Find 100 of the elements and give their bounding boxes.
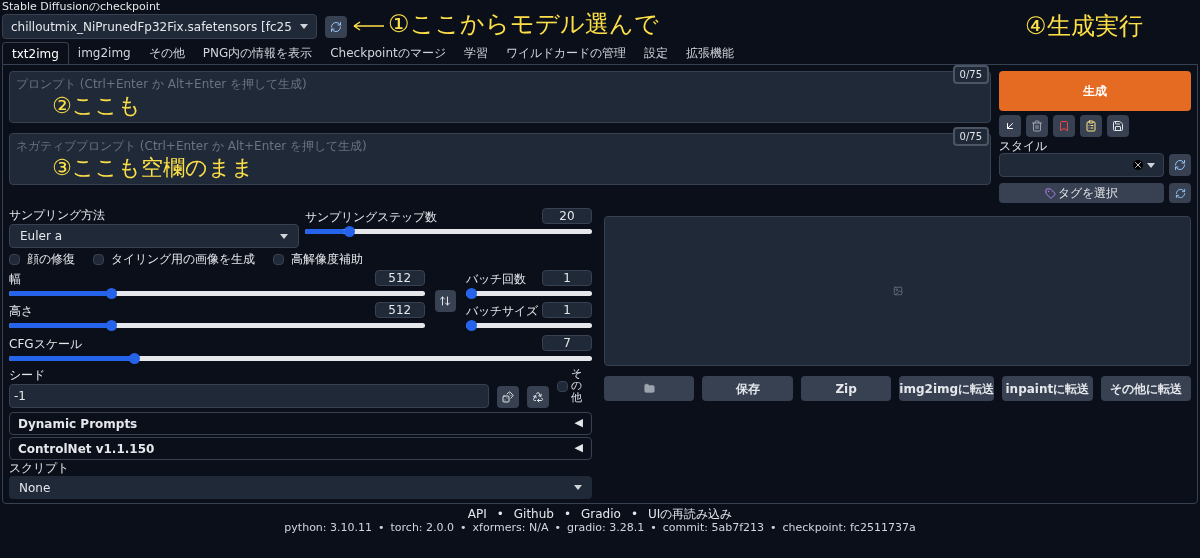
version-info: torch: 2.0.0 bbox=[390, 521, 455, 535]
checkpoint-label: Stable Diffusionのcheckpoint bbox=[2, 0, 162, 13]
footer-link[interactable]: UIの再読み込み bbox=[647, 507, 733, 521]
dice-button[interactable] bbox=[497, 386, 519, 408]
annotation-text: ②ここも bbox=[52, 92, 141, 120]
refresh-icon bbox=[1174, 187, 1186, 199]
slider-track[interactable] bbox=[9, 288, 425, 299]
trash-icon bbox=[1031, 120, 1043, 132]
tab[interactable]: 拡張機能 bbox=[676, 42, 743, 64]
tab[interactable]: img2img bbox=[68, 42, 140, 64]
accordion-header[interactable]: Dynamic Prompts ◀ bbox=[9, 412, 592, 435]
tab[interactable]: その他 bbox=[139, 42, 194, 64]
slider-label: 幅 bbox=[9, 272, 21, 286]
checkbox[interactable] bbox=[9, 253, 20, 265]
tab[interactable]: txt2img bbox=[2, 42, 69, 64]
slider-track[interactable] bbox=[9, 353, 592, 364]
clipboard-button[interactable] bbox=[1080, 115, 1102, 137]
checkpoint-dropdown[interactable]: chilloutmix_NiPrunedFp32Fix.safetensors [fc25 bbox=[2, 14, 317, 39]
token-counter: 0/75 bbox=[952, 65, 989, 84]
slider-track[interactable] bbox=[466, 288, 592, 299]
footer-link[interactable]: API bbox=[467, 507, 487, 521]
slider-thumb[interactable] bbox=[106, 320, 118, 331]
script-label: スクリプト bbox=[9, 461, 70, 475]
slider-label: バッチサイズ bbox=[466, 304, 538, 318]
recycle-button[interactable] bbox=[527, 386, 549, 408]
swap-button[interactable] bbox=[434, 289, 456, 312]
seed-field[interactable]: -1 bbox=[9, 384, 489, 408]
tab[interactable]: 学習 bbox=[454, 42, 497, 64]
separator-dot: • bbox=[378, 521, 385, 535]
checkbox[interactable] bbox=[93, 253, 104, 265]
accordion-title: Dynamic Prompts bbox=[18, 415, 138, 433]
card-button[interactable] bbox=[1053, 115, 1075, 137]
save-button[interactable] bbox=[1107, 115, 1129, 137]
version-info: commit: 5ab7f213 bbox=[662, 521, 764, 535]
refresh-button[interactable] bbox=[1169, 154, 1191, 176]
clear-icon bbox=[1133, 160, 1143, 170]
sampling-label: サンプリング方法 bbox=[9, 208, 106, 222]
slider-thumb[interactable] bbox=[129, 353, 141, 364]
accordion-title: ControlNet v1.1.150 bbox=[18, 440, 155, 458]
version-info: checkpoint: fc2511737a bbox=[782, 521, 916, 535]
tab[interactable]: Checkpointのマージ bbox=[321, 42, 455, 64]
send-button[interactable]: 保存 bbox=[702, 376, 793, 401]
number-field[interactable]: 512 bbox=[374, 302, 425, 318]
number-field[interactable]: 7 bbox=[542, 335, 592, 351]
slider-track[interactable] bbox=[466, 320, 592, 331]
send-button[interactable]: inpaintに転送 bbox=[1002, 376, 1093, 401]
number-field[interactable]: 1 bbox=[542, 302, 592, 318]
caret-icon bbox=[299, 24, 308, 29]
tab[interactable]: 設定 bbox=[634, 42, 677, 64]
recycle-icon bbox=[532, 391, 544, 403]
separator-dot: • bbox=[460, 521, 467, 535]
tab[interactable]: PNG内の情報を表示 bbox=[193, 42, 322, 64]
annotation-text: ③ここも空欄のまま bbox=[52, 154, 254, 182]
footer-link[interactable]: Github bbox=[513, 507, 554, 521]
slider-label: サンプリングステップ数 bbox=[305, 210, 437, 224]
slider-thumb[interactable] bbox=[466, 288, 477, 299]
collapse-marker: ◀ bbox=[574, 440, 583, 457]
checkbox-label: タイリング用の画像を生成 bbox=[111, 252, 255, 266]
token-counter: 0/75 bbox=[952, 127, 989, 146]
slider-track[interactable] bbox=[9, 320, 425, 331]
sampling-dropdown[interactable]: Euler a bbox=[9, 224, 299, 248]
separator-dot: • bbox=[563, 507, 571, 521]
slider-label: バッチ回数 bbox=[466, 272, 526, 286]
separator-dot: • bbox=[496, 507, 504, 521]
version-info: gradio: 3.28.1 bbox=[566, 521, 645, 535]
annotation-text: ④生成実行 bbox=[1025, 11, 1143, 42]
folder-button[interactable] bbox=[604, 376, 695, 401]
style-label: スタイル bbox=[999, 139, 1048, 153]
save-icon bbox=[1112, 120, 1124, 132]
slider-track[interactable] bbox=[305, 226, 592, 237]
tag-select-button[interactable]: タグを選択 bbox=[999, 183, 1164, 203]
slider-thumb[interactable] bbox=[343, 226, 355, 237]
apply-button[interactable] bbox=[999, 115, 1021, 137]
separator-dot: • bbox=[650, 521, 657, 535]
checkbox-label: その他 bbox=[571, 368, 582, 405]
checkbox-label: 高解像度補助 bbox=[291, 252, 363, 266]
send-button[interactable]: img2imgに転送 bbox=[899, 376, 995, 401]
slider-thumb[interactable] bbox=[106, 288, 118, 299]
send-button[interactable]: その他に転送 bbox=[1100, 376, 1192, 401]
slider-thumb[interactable] bbox=[466, 320, 477, 331]
refresh-button[interactable] bbox=[1169, 183, 1191, 203]
accordion-header[interactable]: ControlNet v1.1.150 ◀ bbox=[9, 437, 592, 460]
send-button[interactable]: Zip bbox=[800, 376, 892, 401]
number-field[interactable]: 1 bbox=[542, 270, 592, 286]
tab[interactable]: ワイルドカードの管理 bbox=[496, 42, 635, 64]
slider-label: 高さ bbox=[9, 304, 33, 318]
checkbox[interactable] bbox=[273, 253, 284, 265]
trash-button[interactable] bbox=[1026, 115, 1048, 137]
separator-dot: • bbox=[554, 521, 561, 535]
script-dropdown[interactable]: None bbox=[9, 476, 592, 499]
checkbox[interactable] bbox=[557, 380, 568, 392]
number-field[interactable]: 512 bbox=[374, 270, 425, 286]
number-field[interactable]: 20 bbox=[542, 208, 592, 224]
version-info: python: 3.10.11 bbox=[284, 521, 373, 535]
annotation-arrow bbox=[352, 21, 386, 31]
refresh-button[interactable] bbox=[324, 15, 347, 38]
annotation-text: ①ここからモデル選んで bbox=[388, 9, 659, 40]
slider-label: CFGスケール bbox=[9, 337, 82, 351]
footer-link[interactable]: Gradio bbox=[581, 507, 621, 521]
clipboard-icon bbox=[1085, 120, 1097, 132]
